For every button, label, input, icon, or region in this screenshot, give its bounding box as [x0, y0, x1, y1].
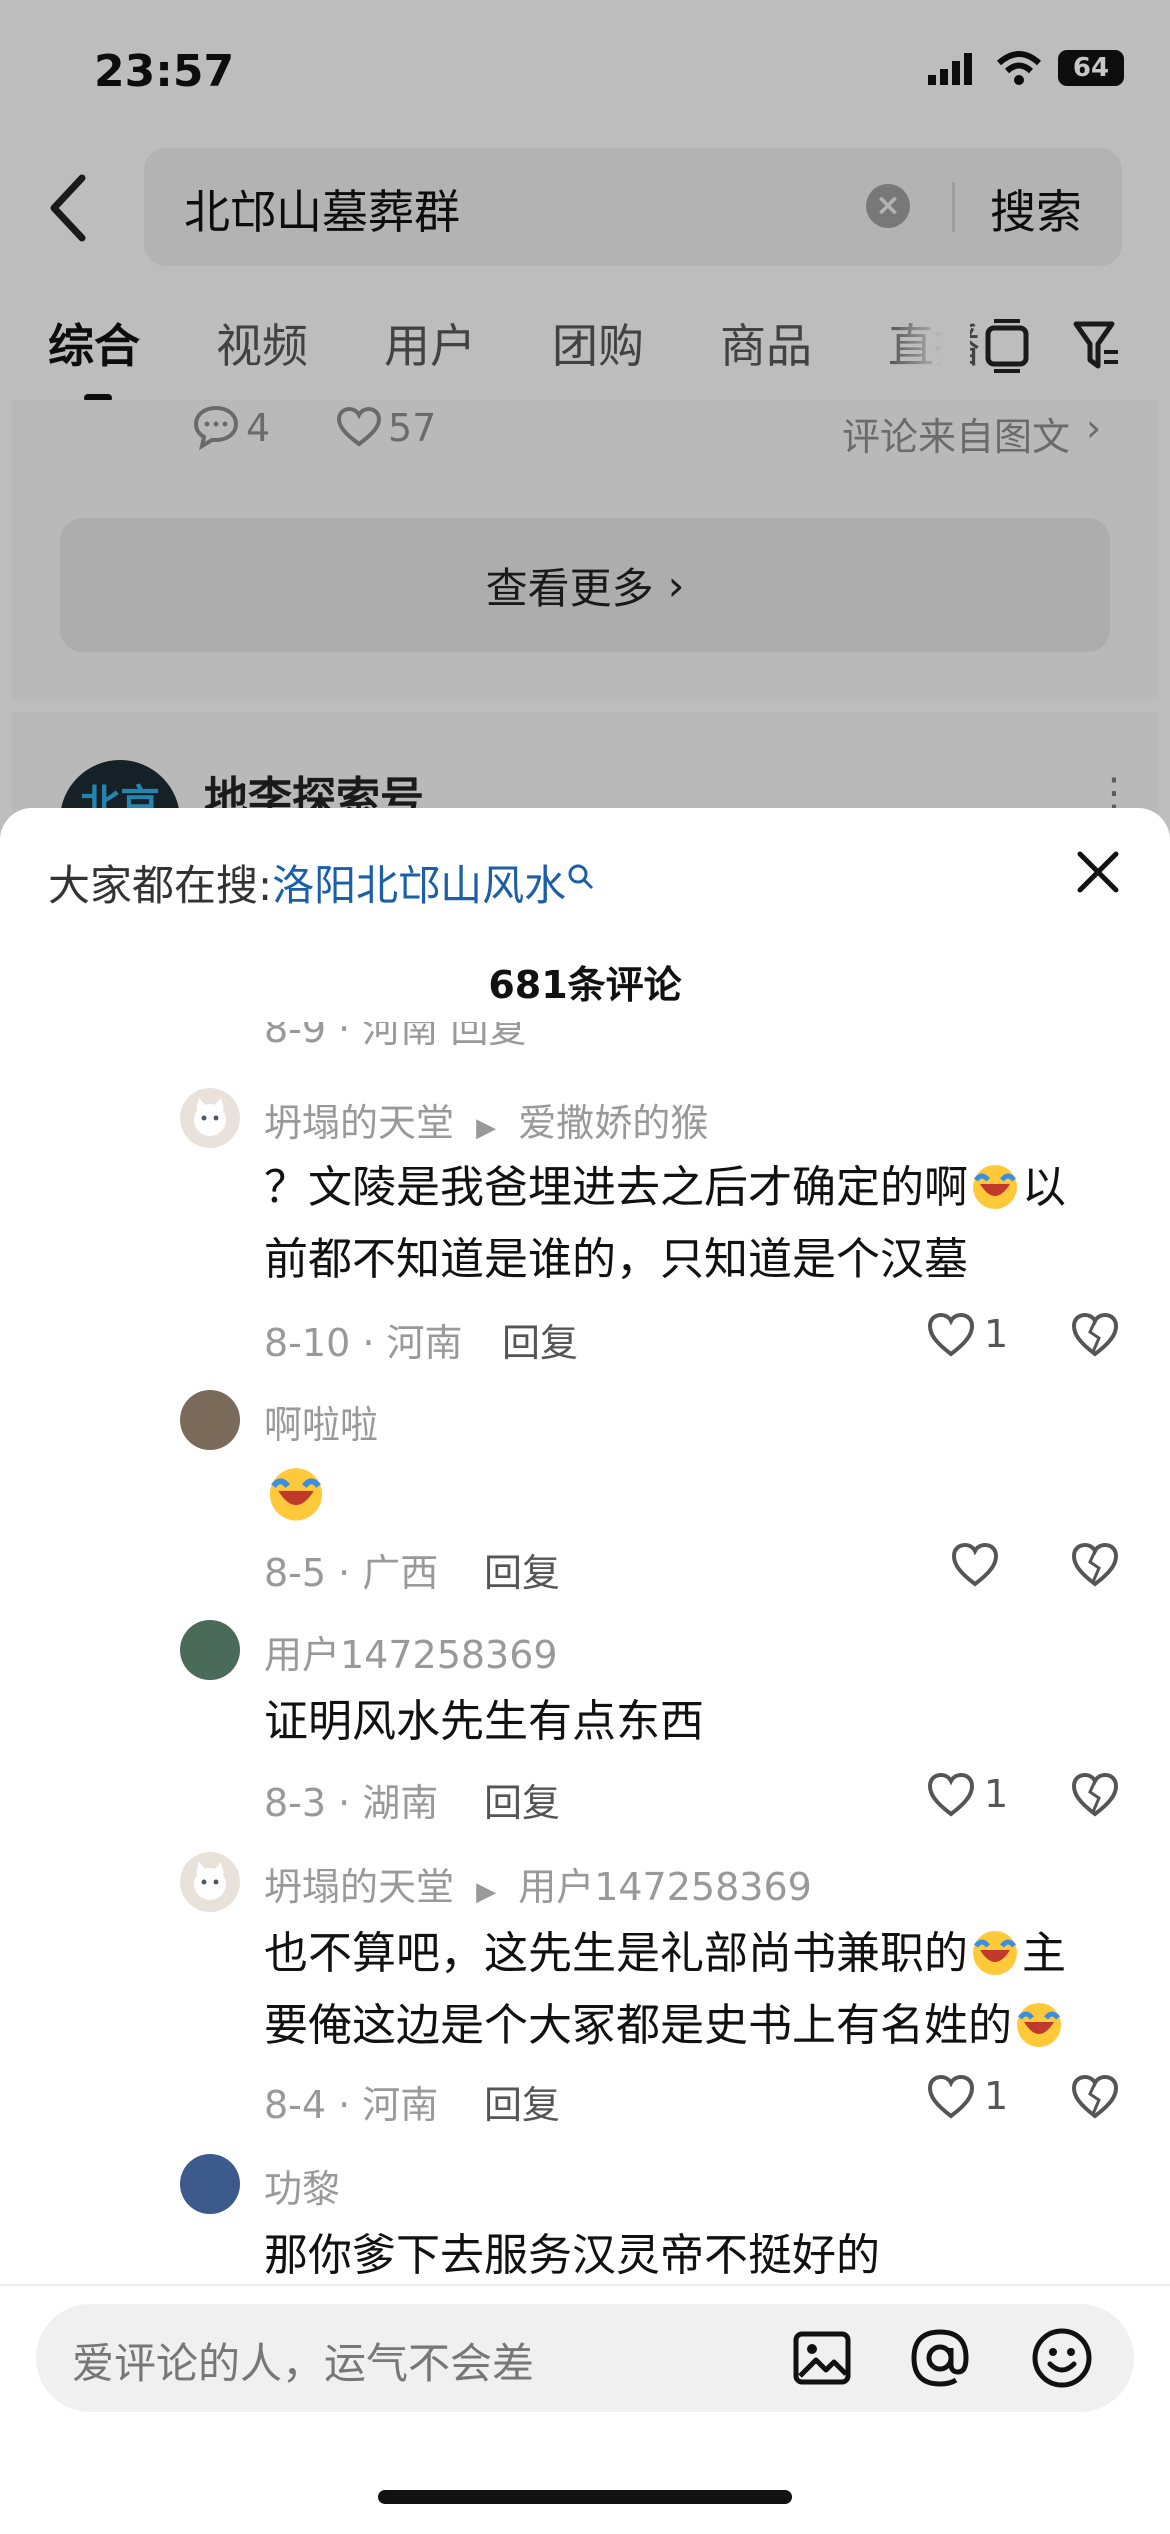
comment-user: 坍塌的天堂 ▶ 爱撒娇的猴 — [264, 1092, 708, 1147]
laugh-cry-emoji-icon — [973, 1165, 1017, 1209]
like-count: 1 — [984, 1312, 1009, 1356]
hot-search-label: 大家都在搜: — [48, 861, 273, 910]
dislike-icon[interactable] — [1070, 1542, 1120, 1588]
comment-date: 8-10 · 河南 — [264, 1321, 463, 1365]
avatar[interactable] — [180, 2154, 240, 2214]
laugh-cry-emoji-icon — [269, 1468, 323, 1521]
like-icon[interactable] — [926, 2074, 976, 2120]
like-icon[interactable] — [926, 1312, 976, 1358]
comment-date: 8-4 · 河南 — [264, 2083, 439, 2127]
cat-avatar-icon — [194, 1862, 226, 1900]
comment-text: 也不算吧，这先生是礼部尚书兼职的主 要俺这边是个大冢都是史书上有名姓的 — [264, 1918, 1144, 2062]
like-count: 1 — [984, 1772, 1009, 1816]
reply-arrow-icon: ▶ — [476, 1877, 497, 1907]
comment-input-placeholder[interactable]: 爱评论的人，运气不会差 — [72, 2330, 534, 2391]
cutoff-comment: 8-9 · 河南 回复 — [264, 1022, 527, 1051]
like-icon[interactable] — [950, 1542, 1000, 1588]
comment-date: 8-3 · 湖南 — [264, 1781, 439, 1825]
cat-avatar-icon — [194, 1098, 226, 1136]
comment-username[interactable]: 坍塌的天堂 — [264, 1101, 454, 1145]
avatar[interactable] — [180, 1620, 240, 1680]
image-icon[interactable] — [792, 2330, 852, 2386]
comment-text: 那你爹下去服务汉灵帝不挺好的 — [264, 2230, 880, 2281]
dislike-icon[interactable] — [1070, 2074, 1120, 2120]
avatar[interactable] — [180, 1390, 240, 1450]
dislike-icon[interactable] — [1070, 1312, 1120, 1358]
reply-button[interactable]: 回复 — [484, 1772, 560, 1827]
reply-button[interactable]: 回复 — [502, 1312, 578, 1367]
comment-text: 证明风水先生有点东西 — [264, 1696, 704, 1747]
reply-button[interactable]: 回复 — [484, 2074, 560, 2129]
comment-text: ？文陵是我爸埋进去之后才确定的啊以 前都不知道是谁的，只知道是个汉墓 — [264, 1152, 1144, 1296]
search-icon — [568, 864, 594, 890]
comment-username[interactable]: 功黎 — [264, 2158, 340, 2213]
reply-button[interactable]: 回复 — [484, 1542, 560, 1597]
comment-count-title: 681条评论 — [488, 963, 682, 1007]
like-count: 1 — [984, 2074, 1009, 2118]
reply-arrow-icon: ▶ — [476, 1113, 497, 1143]
mention-icon[interactable] — [908, 2326, 972, 2390]
home-indicator — [378, 2490, 792, 2504]
comment-username[interactable]: 啊啦啦 — [264, 1394, 378, 1449]
emoji-icon[interactable] — [1030, 2326, 1094, 2390]
laugh-cry-emoji-icon — [973, 1931, 1017, 1975]
comment-date: 8-5 · 广西 — [264, 1551, 439, 1595]
laugh-cry-emoji-icon — [1017, 2003, 1061, 2047]
comment-user: 坍塌的天堂 ▶ 用户147258369 — [264, 1856, 812, 1911]
comment-username[interactable]: 用户147258369 — [264, 1624, 558, 1679]
dislike-icon[interactable] — [1070, 1772, 1120, 1818]
avatar[interactable] — [180, 1852, 240, 1912]
hot-search-link[interactable]: 洛阳北邙山风水 — [272, 861, 566, 910]
comment-username[interactable]: 坍塌的天堂 — [264, 1865, 454, 1909]
close-icon[interactable] — [1068, 842, 1128, 902]
reply-to-user[interactable]: 用户147258369 — [518, 1865, 812, 1909]
hot-search: 大家都在搜:洛阳北邙山风水 — [48, 852, 596, 913]
avatar[interactable] — [180, 1088, 240, 1148]
like-icon[interactable] — [926, 1772, 976, 1818]
reply-to-user[interactable]: 爱撒娇的猴 — [518, 1101, 708, 1145]
